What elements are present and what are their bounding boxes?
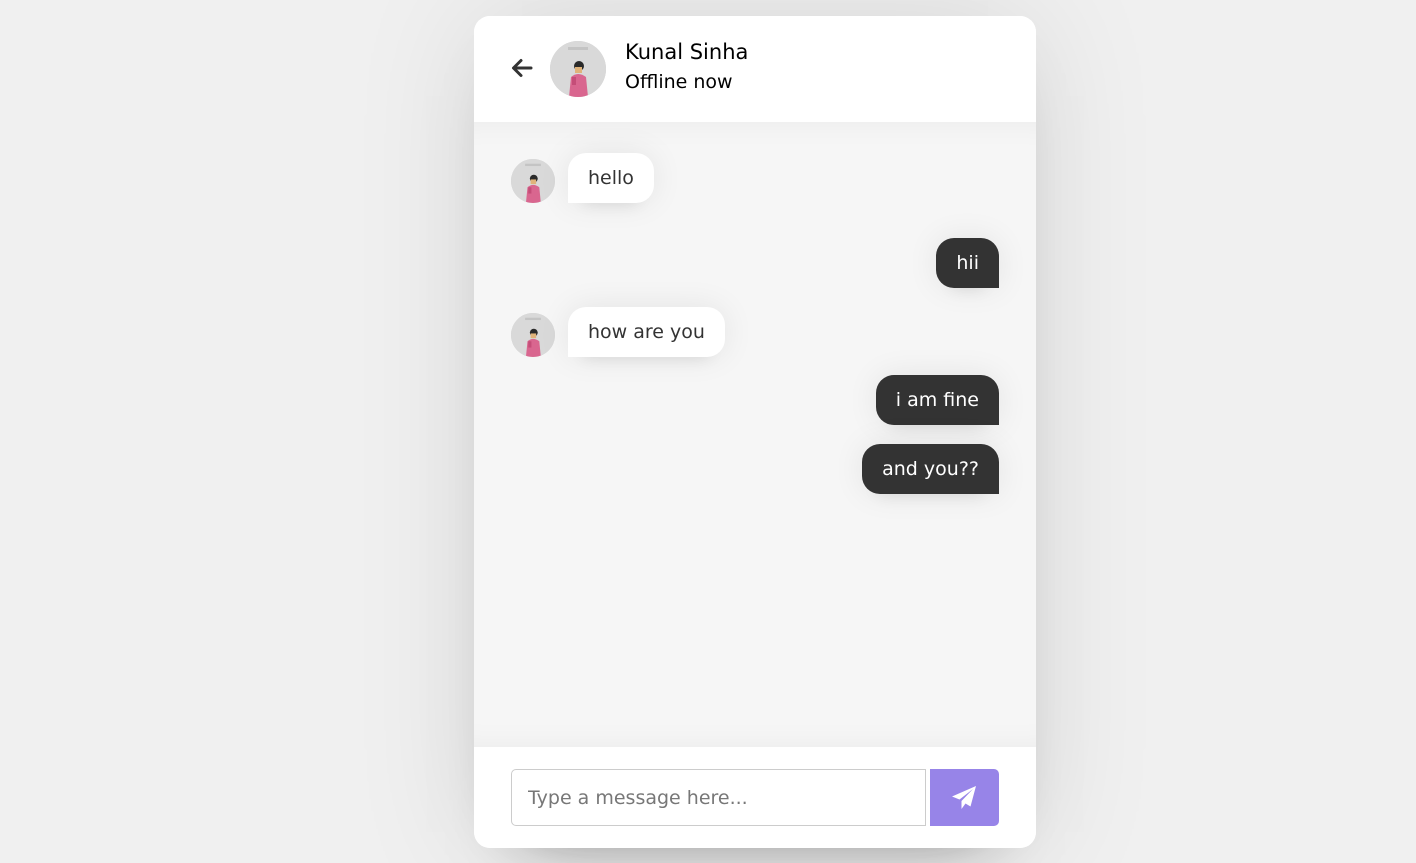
contact-name: Kunal Sinha	[625, 40, 749, 64]
contact-avatar	[511, 313, 555, 357]
chat-window: Kunal Sinha Offline now hello hii how ar…	[474, 16, 1036, 848]
chat-messages[interactable]: hello hii how are you i am fine and you?…	[474, 122, 1036, 747]
message-bubble: how are you	[568, 307, 725, 357]
chat-header: Kunal Sinha Offline now	[474, 16, 1036, 123]
message-input[interactable]	[511, 769, 926, 826]
message-bubble: hello	[568, 153, 654, 203]
contact-avatar	[550, 41, 606, 97]
message-outgoing: and you??	[862, 444, 999, 494]
send-button[interactable]	[930, 769, 999, 826]
contact-avatar	[511, 159, 555, 203]
message-composer	[474, 747, 1036, 848]
arrow-left-icon[interactable]	[510, 56, 534, 80]
paper-plane-icon	[952, 786, 976, 809]
message-outgoing: i am fine	[875, 375, 999, 425]
message-outgoing: hii	[936, 238, 999, 288]
contact-status: Offline now	[625, 71, 733, 93]
